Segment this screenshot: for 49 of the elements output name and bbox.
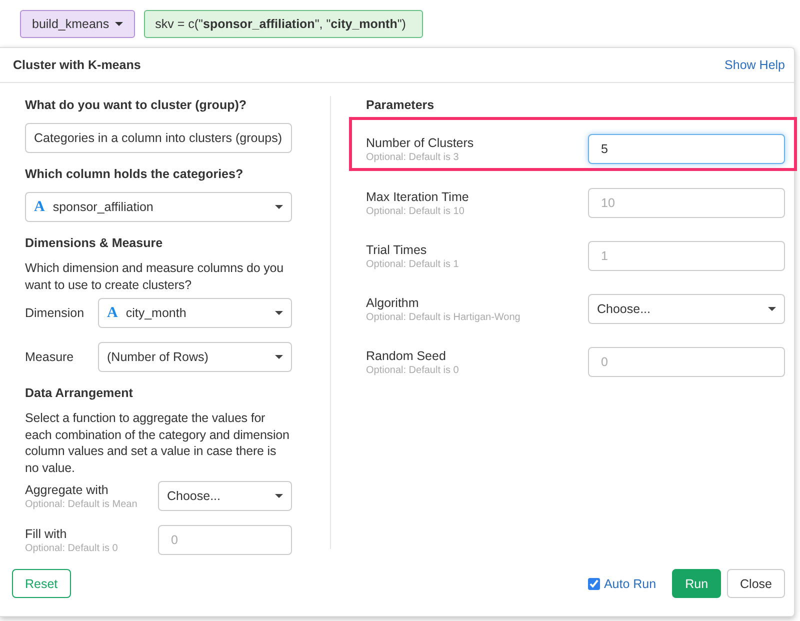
caret-icon — [275, 494, 283, 498]
dropdown[interactable]: A sponsor_affiliation — [25, 192, 292, 222]
function-dropdown[interactable]: build_kmeans — [20, 10, 136, 38]
section-heading: Parameters — [366, 97, 436, 114]
field-hint: Optional: Default is 0 — [25, 542, 119, 554]
section-heading: Which column holds the categories? — [25, 166, 244, 183]
section-heading: Dimensions & Measure — [25, 235, 164, 252]
input-field[interactable]: 0 — [588, 347, 785, 377]
auto-run-checkbox[interactable] — [588, 578, 600, 590]
caret-icon — [768, 307, 776, 311]
caret-icon — [115, 22, 124, 26]
column-type-icon: A — [107, 306, 118, 320]
field-label: Dimension — [25, 305, 86, 321]
field-label: Max Iteration Time — [366, 188, 470, 204]
input-field[interactable]: 1 — [588, 241, 785, 271]
dropdown[interactable]: Choose... — [158, 481, 292, 511]
dialog-title: Cluster with K-means — [13, 58, 141, 72]
field-hint: Optional: Default is 3 — [366, 150, 460, 164]
section-heading: Data Arrangement — [25, 385, 134, 402]
field-label: Aggregate with — [25, 482, 110, 498]
field-label: Fill with — [25, 526, 68, 542]
code-step[interactable]: skv = c("sponsor_affiliation", "city_month") — [144, 10, 423, 38]
dropdown[interactable]: Categories in a column into clusters (groups) — [25, 123, 292, 153]
field-hint: Optional: Default is 1 — [366, 258, 460, 270]
dropdown[interactable]: A city_month — [98, 298, 292, 328]
input-field[interactable]: 0 — [158, 525, 292, 555]
field-hint: Optional: Default is Mean — [25, 498, 138, 510]
section-description: Which dimension and measure columns do you want to use to create clusters? — [25, 260, 284, 293]
input-field[interactable]: 5 — [588, 134, 785, 164]
dropdown[interactable]: Choose... — [588, 294, 785, 324]
caret-icon — [275, 355, 283, 359]
field-hint: Optional: Default is 10 — [366, 204, 466, 218]
input-field[interactable]: 10 — [588, 188, 785, 218]
field-label: Number of Clusters — [366, 134, 475, 150]
dropdown[interactable]: (Number of Rows) — [98, 342, 292, 372]
help-link[interactable]: Show Help — [724, 58, 785, 72]
field-hint: Optional: Default is 0 — [366, 364, 460, 376]
field-label: Random Seed — [366, 348, 447, 364]
checkbox-label[interactable]: Auto Run — [604, 576, 656, 590]
field-hint: Optional: Default is Hartigan-Wong — [366, 310, 522, 324]
column-type-icon: A — [34, 200, 45, 214]
field-label: Trial Times — [366, 242, 428, 258]
section-description: Select a function to aggregate the values for each combination of the category and dimension column values and set a value in case there is no value. — [25, 410, 290, 476]
field-label: Measure — [25, 349, 75, 365]
caret-icon — [275, 311, 283, 315]
section-heading: What do you want to cluster (group)? — [25, 97, 248, 114]
field-label: Algorithm — [366, 294, 420, 310]
caret-icon — [275, 205, 283, 209]
close-button[interactable]: Close — [727, 569, 785, 598]
